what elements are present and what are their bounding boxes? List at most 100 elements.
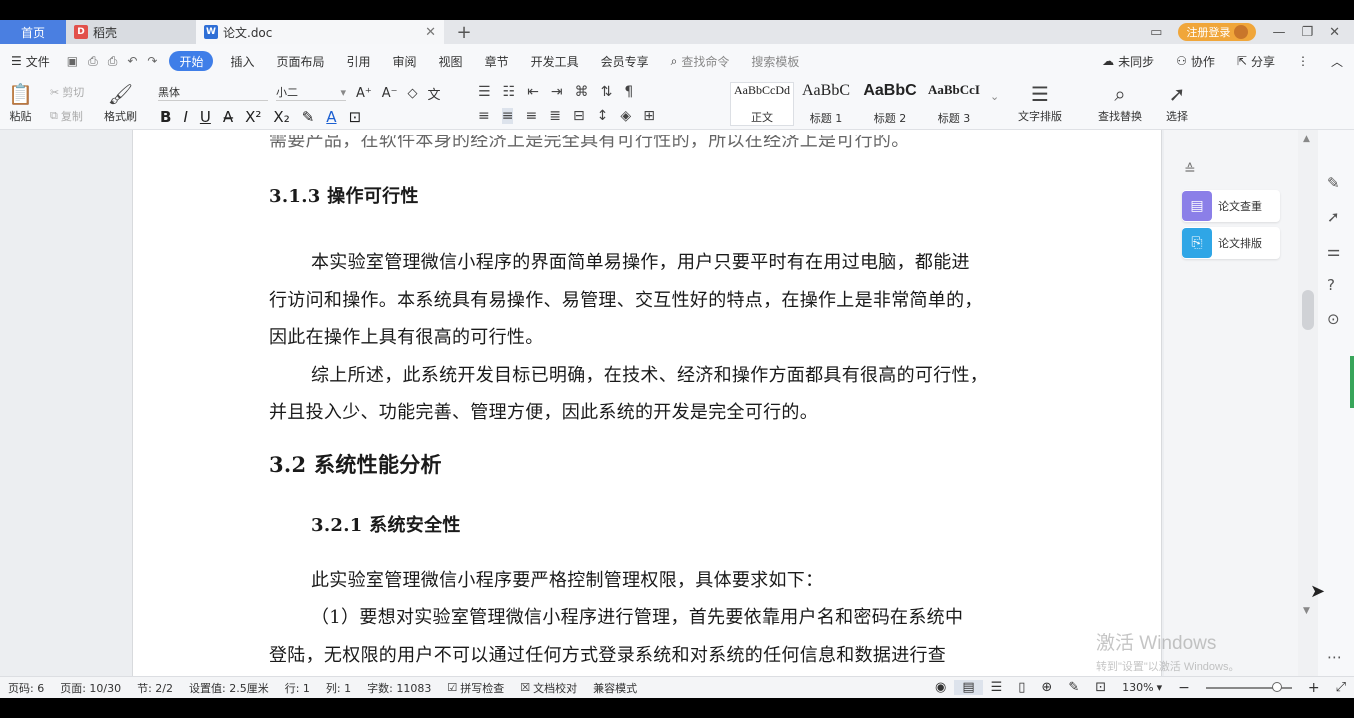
write-view-icon[interactable]: ✎	[1060, 680, 1087, 695]
fullscreen-icon[interactable]: ⤢	[1328, 680, 1354, 695]
panel-collapse-icon[interactable]: ≙	[1184, 162, 1196, 178]
styles-expand-icon[interactable]: ⌄	[990, 90, 999, 103]
zoom-out-icon[interactable]: −	[1170, 680, 1198, 696]
collapse-ribbon-icon[interactable]: ︿	[1320, 44, 1354, 78]
strikethrough-icon[interactable]: A̶	[223, 108, 233, 126]
zoom-select[interactable]: 130% ▾	[1114, 681, 1170, 694]
select-button[interactable]: ➚ 选择	[1166, 82, 1188, 124]
tab-page-layout[interactable]: 页面布局	[266, 44, 336, 78]
cut-button[interactable]: ✂ 剪切	[50, 84, 84, 100]
share-button[interactable]: ⇱ 分享	[1226, 44, 1286, 78]
reading-view-icon[interactable]: ▯	[1010, 680, 1033, 695]
align-left-icon[interactable]: ≡	[478, 108, 490, 124]
align-right-icon[interactable]: ≡	[525, 108, 537, 124]
paper-layout-button[interactable]: ⎘ 论文排版	[1182, 227, 1280, 259]
clear-format-icon[interactable]: ◇	[408, 86, 418, 101]
bullet-list-icon[interactable]: ☰	[478, 84, 491, 100]
collab-button[interactable]: ⚇ 协作	[1165, 44, 1226, 78]
style-heading-2[interactable]: AaBbC 标题 2	[858, 82, 922, 126]
status-word-count[interactable]: 字数: 11083	[359, 680, 439, 696]
tab-review[interactable]: 审阅	[382, 44, 428, 78]
proofread-button[interactable]: ☒ 文档校对	[512, 680, 585, 696]
tab-draft[interactable]: D 稻壳	[66, 20, 196, 44]
paper-check-button[interactable]: ▤ 论文查重	[1182, 190, 1280, 222]
document-page[interactable]: 需要产品，在软件本身的经济上是完全具有可行性的，所以在经济上是可行的。 3.1.…	[132, 130, 1162, 676]
italic-icon[interactable]: I	[183, 108, 187, 126]
sort-icon[interactable]: ⇅	[601, 84, 613, 100]
subscript-icon[interactable]: X₂	[273, 108, 289, 126]
superscript-icon[interactable]: X²	[245, 108, 261, 126]
undo-icon[interactable]: ↶	[127, 54, 137, 68]
close-tab-icon[interactable]: ✕	[425, 25, 436, 40]
shrink-font-icon[interactable]: A⁻	[382, 86, 398, 101]
template-search[interactable]: 搜索模板	[740, 44, 810, 78]
scroll-up-icon[interactable]: ▲	[1303, 134, 1310, 144]
tablet-mode-icon[interactable]: ▭	[1150, 25, 1162, 40]
pen-icon[interactable]: ✎	[1327, 174, 1340, 192]
font-size-select[interactable]: 小二 ▾	[276, 84, 346, 101]
style-heading-3[interactable]: AaBbCcI 标题 3	[922, 82, 986, 126]
style-normal[interactable]: AaBbCcDd 正文	[730, 82, 794, 126]
copy-button[interactable]: ⧉ 复制	[50, 108, 83, 124]
text-layout-button[interactable]: ☰ 文字排版	[1018, 82, 1062, 124]
new-tab-button[interactable]: +	[452, 20, 476, 44]
zoom-slider-knob[interactable]	[1271, 681, 1282, 692]
paste-button[interactable]: 📋 粘贴	[8, 82, 33, 124]
style-heading-1[interactable]: AaBbC 标题 1	[794, 82, 858, 126]
show-marks-icon[interactable]: ¶	[624, 84, 633, 100]
fit-page-icon[interactable]: ⊡	[1087, 680, 1114, 695]
status-page-number[interactable]: 页码: 6	[0, 680, 52, 696]
align-center-icon[interactable]: ≡	[501, 108, 514, 124]
zoom-in-icon[interactable]: +	[1300, 680, 1328, 696]
sync-button[interactable]: ☁ 未同步	[1091, 44, 1165, 78]
find-replace-button[interactable]: ⌕ 查找替换	[1098, 82, 1142, 124]
tab-member[interactable]: 会员专享	[590, 44, 660, 78]
close-window-icon[interactable]: ✕	[1329, 25, 1340, 40]
more-menu-icon[interactable]: ⋮	[1286, 44, 1320, 78]
tab-chapter[interactable]: 章节	[474, 44, 520, 78]
file-menu[interactable]: ☰ 文件	[0, 44, 61, 78]
outline-view-icon[interactable]: ☰	[983, 680, 1011, 695]
more-tools-icon[interactable]: ⋯	[1327, 648, 1342, 666]
chinese-layout-icon[interactable]: ⌘	[575, 84, 589, 100]
underline-icon[interactable]: U	[200, 108, 211, 126]
distribute-icon[interactable]: ⊟	[573, 108, 585, 124]
spell-check-toggle[interactable]: ☑ 拼写检查	[439, 680, 512, 696]
page-view-icon[interactable]: ▤	[954, 680, 983, 695]
char-border-icon[interactable]: ⊡	[349, 108, 362, 126]
redo-icon[interactable]: ↷	[147, 54, 157, 68]
phonetic-icon[interactable]: 文	[428, 84, 441, 103]
save-icon[interactable]: ▣	[67, 54, 78, 68]
minimize-icon[interactable]: —	[1272, 25, 1285, 40]
font-name-select[interactable]: 黑体	[158, 84, 268, 101]
highlight-icon[interactable]: ✎	[302, 108, 315, 126]
line-spacing-icon[interactable]: ↕	[597, 108, 609, 124]
tab-developer[interactable]: 开发工具	[520, 44, 590, 78]
tab-insert[interactable]: 插入	[219, 44, 265, 78]
justify-icon[interactable]: ≣	[549, 108, 561, 124]
command-search[interactable]: ⌕ 查找命令	[660, 44, 741, 78]
increase-indent-icon[interactable]: ⇥	[551, 84, 563, 100]
format-painter-button[interactable]: 🖌 格式刷	[104, 82, 137, 124]
status-pages[interactable]: 页面: 10/30	[52, 680, 129, 696]
tab-start[interactable]: 开始	[169, 51, 214, 71]
tab-document[interactable]: W 论文.doc ✕	[196, 20, 444, 44]
zoom-slider[interactable]	[1205, 681, 1292, 692]
numbered-list-icon[interactable]: ☷	[503, 84, 516, 100]
borders-icon[interactable]: ⊞	[643, 108, 655, 124]
tab-references[interactable]: 引用	[336, 44, 382, 78]
grow-font-icon[interactable]: A⁺	[356, 86, 372, 101]
restore-icon[interactable]: ❐	[1301, 25, 1313, 40]
settings-sliders-icon[interactable]: ⚌	[1327, 242, 1340, 260]
scroll-down-icon[interactable]: ▼	[1303, 606, 1310, 616]
font-color-icon[interactable]: A	[326, 108, 336, 126]
print-icon[interactable]: ⎙	[108, 54, 118, 69]
print-preview-icon[interactable]: ⎙	[88, 54, 98, 69]
eye-icon[interactable]: ◉	[927, 680, 954, 695]
web-view-icon[interactable]: ⊕	[1033, 680, 1060, 695]
bold-icon[interactable]: B	[160, 108, 171, 126]
backup-icon[interactable]: ⊙	[1327, 310, 1340, 328]
help-icon[interactable]: ?	[1327, 276, 1335, 294]
login-button[interactable]: 注册登录	[1178, 23, 1257, 41]
decrease-indent-icon[interactable]: ⇤	[527, 84, 539, 100]
